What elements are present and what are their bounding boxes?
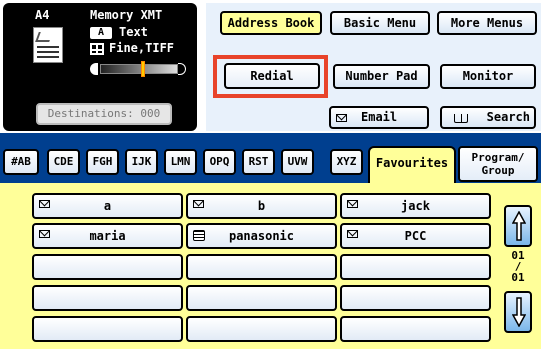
tab-program-group[interactable]: Program/ Group [458,146,538,182]
mode-title: Memory XMT [90,8,163,22]
tab-cde[interactable]: CDE [47,149,80,175]
email-button[interactable]: Email [329,106,429,129]
paper-size-label: A4 [35,8,50,22]
envelope-icon [347,200,358,208]
tab-ijk[interactable]: IJK [125,149,158,175]
contrast-marker [140,61,145,77]
list-item-label: a [103,199,112,213]
list-item-maria[interactable]: maria [32,223,183,249]
list-item-empty[interactable] [32,254,183,280]
page-total: 01 [511,271,525,284]
text-mode-icon: A [90,27,112,39]
list-item-empty[interactable] [186,316,337,342]
destinations-count: Destinations: 000 [36,103,172,125]
list-item-label: panasonic [228,229,295,243]
scroll-up-button[interactable] [504,205,532,247]
tab-uvw[interactable]: UVW [281,149,314,175]
tab-rst[interactable]: RST [242,149,275,175]
page-indicator: 01 / 01 [498,250,538,283]
arrow-down-icon [512,297,526,327]
basic-menu-button[interactable]: Basic Menu [330,11,430,35]
scroll-down-button[interactable] [504,291,532,333]
tab-lmn[interactable]: LMN [164,149,197,175]
resolution-icon [90,43,104,55]
search-button[interactable]: Search [440,106,536,129]
tab-program-line1: Program/ [471,151,525,164]
tab-ab[interactable]: #AB [3,149,39,175]
status-panel: A4 Memory XMT A Text Fine,TIFF Destinati… [3,3,197,131]
envelope-icon [39,230,50,238]
search-button-label: Search [486,110,530,124]
list-item-label: PCC [404,229,427,243]
list-item-pcc[interactable]: PCC [340,223,491,249]
list-item-label: maria [89,229,126,243]
list-item-empty[interactable] [186,285,337,311]
list-item-b[interactable]: b [186,193,337,219]
email-button-label: Email [361,110,398,124]
envelope-icon [336,114,347,122]
list-item-a[interactable]: a [32,193,183,219]
document-icon [33,27,63,63]
text-mode-label: Text [119,25,148,39]
redial-highlight-box [213,55,328,98]
list-item-empty[interactable] [32,316,183,342]
list-item-empty[interactable] [186,254,337,280]
list-item-empty[interactable] [340,285,491,311]
list-item-panasonic[interactable]: panasonic [186,223,337,249]
list-item-jack[interactable]: jack [340,193,491,219]
fax-icon [193,230,205,241]
list-item-label: b [257,199,266,213]
arrow-up-icon [512,211,526,241]
more-menus-button[interactable]: More Menus [437,11,537,35]
resolution-label: Fine,TIFF [109,41,175,55]
list-item-empty[interactable] [340,254,491,280]
envelope-icon [193,200,204,208]
tab-opq[interactable]: OPQ [203,149,236,175]
tab-favourites[interactable]: Favourites [368,146,456,184]
tab-xyz[interactable]: XYZ [330,149,363,175]
list-item-empty[interactable] [340,316,491,342]
monitor-button[interactable]: Monitor [440,64,536,89]
number-pad-button[interactable]: Number Pad [333,64,430,89]
tab-program-line2: Group [481,164,515,177]
list-item-label: jack [401,199,430,213]
book-icon [454,114,468,123]
address-book-button[interactable]: Address Book [220,11,322,35]
envelope-icon [347,230,358,238]
list-item-empty[interactable] [32,285,183,311]
tab-fgh[interactable]: FGH [86,149,119,175]
envelope-icon [39,200,50,208]
contrast-bar [90,61,186,77]
